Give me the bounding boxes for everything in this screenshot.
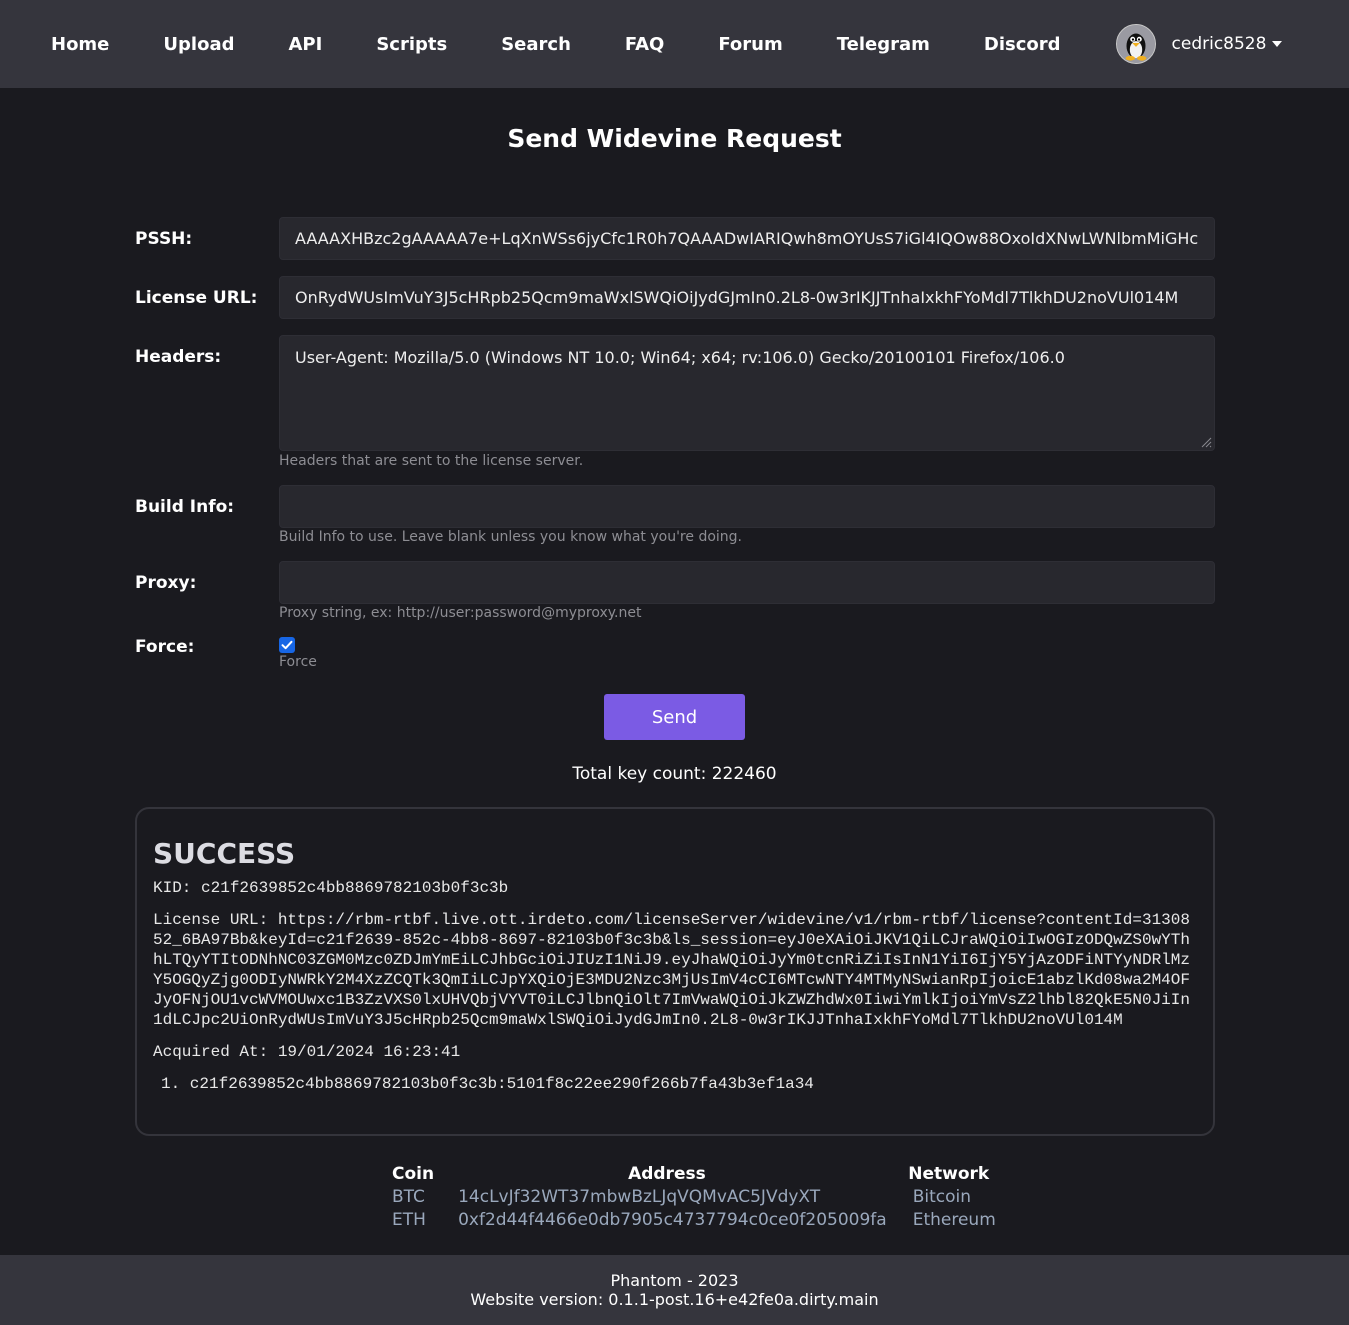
build-info-input[interactable] [279,485,1215,528]
force-help: Force [279,654,317,670]
donation-table-header: Coin Address Network [392,1162,1009,1185]
nav-home-link[interactable]: Home [51,34,109,55]
send-button[interactable]: Send [604,694,745,740]
address-column-header: Address [628,1163,706,1184]
nav-faq-link[interactable]: FAQ [625,34,664,55]
nav-scripts-link[interactable]: Scripts [376,34,447,55]
headers-help: Headers that are sent to the license ser… [279,453,584,469]
proxy-input[interactable] [279,561,1215,604]
coin-cell: ETH [392,1209,426,1230]
headers-value: User-Agent: Mozilla/5.0 (Windows NT 10.0… [295,348,1065,367]
result-status: SUCCESS [153,837,296,870]
result-key-item: 1. c21f2639852c4bb8869782103b0f3c3b:5101… [161,1075,814,1093]
nav-upload-link[interactable]: Upload [163,34,234,55]
coin-column-header: Coin [392,1163,435,1184]
nav-api-link[interactable]: API [288,34,322,55]
footer-version: Website version: 0.1.1-post.16+e42fe0a.d… [470,1290,879,1309]
headers-label: Headers: [135,347,222,367]
pssh-input[interactable]: AAAAXHBzc2gAAAAA7e+LqXnWSs6jyCfc1R0h7QAA… [279,217,1215,260]
nav-discord-link[interactable]: Discord [984,34,1061,55]
table-row: ETH 0xf2d44f4466e0db7905c4737794c0ce0f20… [392,1208,1009,1231]
table-row: BTC 14cLvJf32WT37mbwBzLJqVQMvAC5JVdyXT B… [392,1185,1009,1208]
result-kid: KID: c21f2639852c4bb8869782103b0f3c3b [153,879,509,897]
footer: Phantom - 2023 Website version: 0.1.1-po… [0,1255,1349,1325]
result-license-url: License URL: https://rbm-rtbf.live.ott.i… [153,911,1190,1029]
page-title: Send Widevine Request [507,124,842,153]
resize-grip-icon[interactable] [1200,436,1212,448]
nav-forum-link[interactable]: Forum [718,34,782,55]
address-cell: 14cLvJf32WT37mbwBzLJqVQMvAC5JVdyXT [458,1186,821,1207]
build-info-label: Build Info: [135,497,235,517]
navbar: Home Upload API Scripts Search FAQ Forum… [0,0,1349,88]
nav-telegram-link[interactable]: Telegram [837,34,930,55]
footer-copyright: Phantom - 2023 [610,1271,739,1290]
network-cell: Ethereum [912,1209,996,1230]
result-panel: SUCCESS KID: c21f2639852c4bb8869782103b0… [135,807,1215,1136]
force-label: Force: [135,637,195,657]
proxy-help: Proxy string, ex: http://user:password@m… [279,605,642,621]
force-checkbox[interactable] [279,637,295,653]
license-url-label: License URL: [135,288,258,308]
result-acquired-at: Acquired At: 19/01/2024 16:23:41 [153,1043,461,1061]
donation-table: Coin Address Network BTC 14cLvJf32WT37mb… [392,1162,1009,1231]
license-url-value: OnRydWUsImVuY3J5cHRpb25Qcm9maWxlSWQiOiJy… [295,288,1179,307]
pssh-label: PSSH: [135,229,193,249]
check-icon [281,640,293,650]
total-key-count: Total key count: 222460 [572,764,777,784]
user-menu[interactable]: cedric8528 [1115,24,1283,64]
caret-down-icon [1272,41,1283,47]
penguin-icon [1115,24,1156,64]
proxy-label: Proxy: [135,573,197,593]
build-info-help: Build Info to use. Leave blank unless yo… [279,529,742,545]
license-url-input[interactable]: OnRydWUsImVuY3J5cHRpb25Qcm9maWxlSWQiOiJy… [279,276,1215,319]
network-column-header: Network [908,1163,990,1184]
username: cedric8528 [1171,34,1267,54]
nav-search-link[interactable]: Search [501,34,571,55]
network-cell: Bitcoin [912,1186,971,1207]
coin-cell: BTC [392,1186,425,1207]
address-cell: 0xf2d44f4466e0db7905c4737794c0ce0f205009… [458,1209,887,1230]
headers-textarea[interactable]: User-Agent: Mozilla/5.0 (Windows NT 10.0… [279,335,1215,451]
